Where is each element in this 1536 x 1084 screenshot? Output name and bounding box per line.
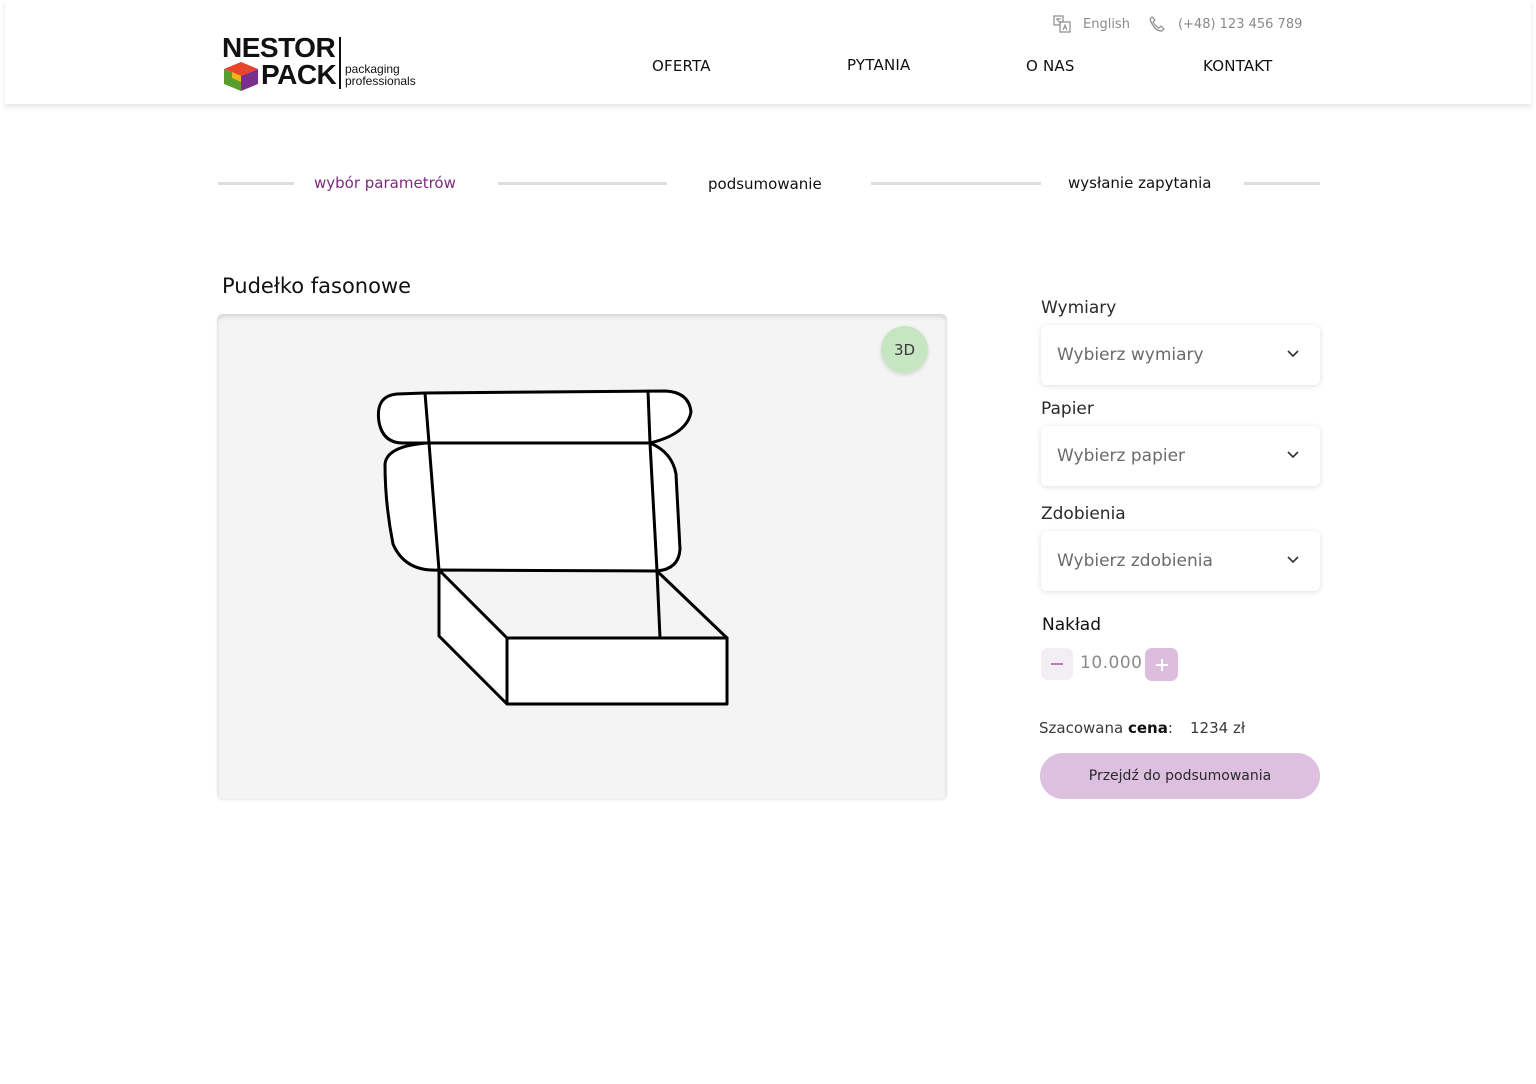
nestor-pack-logo[interactable]: NESTOR PACK packaging professionals <box>220 34 420 94</box>
box-illustration <box>376 389 729 706</box>
site-header: NESTOR PACK packaging professionals Engl… <box>5 0 1531 104</box>
price-label-suffix: : <box>1167 719 1173 737</box>
step-divider <box>1244 182 1320 185</box>
logo-tagline: packaging professionals <box>345 63 416 87</box>
step-summary[interactable]: podsumowanie <box>708 175 822 193</box>
language-selector[interactable]: English <box>1083 17 1130 32</box>
paper-placeholder: Wybierz papier <box>1057 446 1186 466</box>
top-contact-bar: English (+48) 123 456 789 <box>1053 14 1302 34</box>
chevron-down-icon <box>1287 350 1299 358</box>
logo-cube-icon <box>224 62 258 91</box>
translate-icon[interactable] <box>1053 15 1071 33</box>
chevron-down-icon <box>1287 556 1299 564</box>
estimated-price-value: 1234 zł <box>1190 719 1246 737</box>
decorations-select[interactable]: Wybierz zdobienia <box>1041 531 1320 591</box>
nav-pytania[interactable]: PYTANIA <box>847 56 910 74</box>
step-send-inquiry[interactable]: wysłanie zapytania <box>1068 174 1212 192</box>
decorations-label: Zdobienia <box>1041 504 1126 524</box>
nav-kontakt[interactable]: KONTAKT <box>1203 57 1273 75</box>
price-label-prefix: Szacowana <box>1039 719 1128 737</box>
nav-o-nas[interactable]: O NAS <box>1026 57 1075 75</box>
logo-tagline-2: professionals <box>345 74 416 88</box>
go-to-summary-button[interactable]: Przejdź do podsumowania <box>1040 753 1320 799</box>
dimensions-label: Wymiary <box>1041 298 1117 318</box>
dimensions-placeholder: Wybierz wymiary <box>1057 345 1204 365</box>
estimated-price-label: Szacowana cena: <box>1039 719 1173 737</box>
logo-line2: PACK <box>261 59 337 90</box>
quantity-decrease-button[interactable] <box>1041 648 1073 680</box>
decorations-placeholder: Wybierz zdobienia <box>1057 551 1213 571</box>
phone-icon <box>1149 16 1165 32</box>
paper-select[interactable]: Wybierz papier <box>1041 426 1320 486</box>
step-divider <box>498 182 667 185</box>
logo-divider <box>339 37 341 89</box>
paper-label: Papier <box>1041 399 1094 419</box>
step-parameters[interactable]: wybór parametrów <box>314 174 456 192</box>
view-3d-button[interactable]: 3D <box>881 326 928 373</box>
quantity-label: Nakład <box>1042 615 1102 635</box>
step-divider <box>871 182 1041 185</box>
price-label-bold: cena <box>1127 719 1168 737</box>
minus-icon <box>1051 663 1063 665</box>
step-divider <box>218 182 294 185</box>
progress-steps: wybór parametrów podsumowanie wysłanie z… <box>0 170 1536 200</box>
logo-line1: NESTOR <box>222 32 336 63</box>
quantity-value[interactable]: 10.000 <box>1080 653 1142 673</box>
plus-icon <box>1155 658 1168 671</box>
quantity-increase-button[interactable] <box>1145 648 1178 681</box>
nav-oferta[interactable]: OFERTA <box>652 57 711 75</box>
dimensions-select[interactable]: Wybierz wymiary <box>1041 325 1320 385</box>
product-title: Pudełko fasonowe <box>222 274 412 298</box>
phone-number[interactable]: (+48) 123 456 789 <box>1178 17 1302 32</box>
product-preview[interactable]: 3D <box>217 314 947 799</box>
chevron-down-icon <box>1287 451 1299 459</box>
